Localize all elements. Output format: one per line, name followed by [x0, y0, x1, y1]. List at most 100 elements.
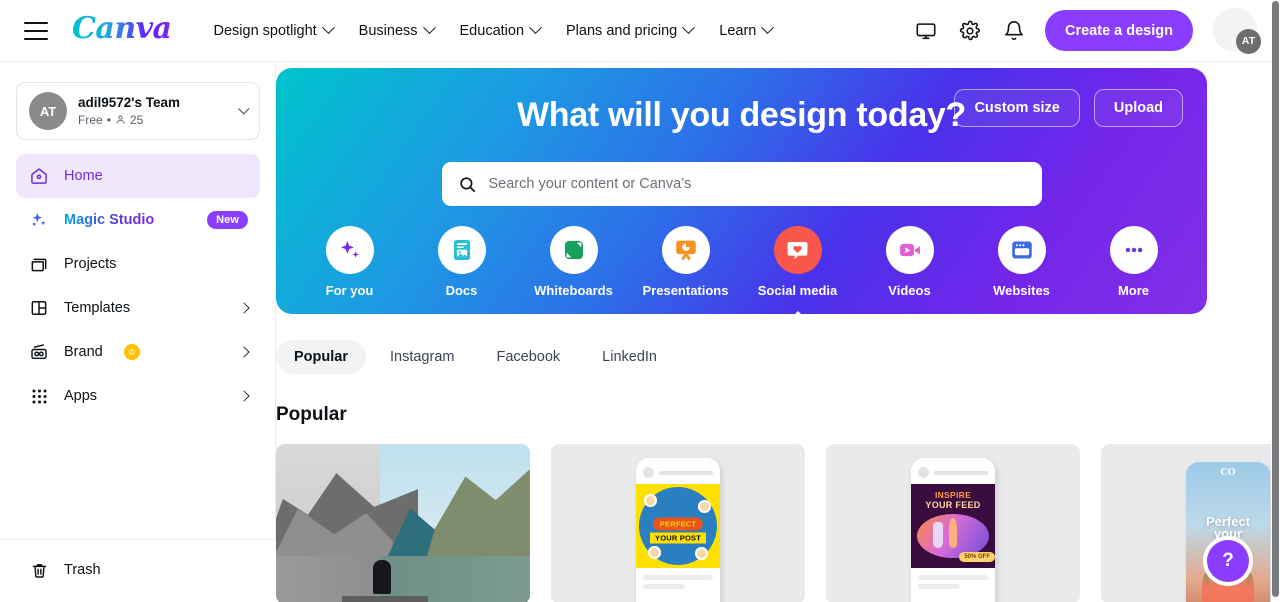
post-art: INSPIRE YOUR FEED 50% OFF	[911, 484, 995, 568]
category-label: For you	[325, 283, 374, 298]
presentation-icon	[661, 226, 710, 274]
video-icon	[885, 226, 934, 274]
sidebar-item-label: Templates	[64, 300, 131, 316]
team-avatar: AT	[29, 92, 67, 130]
category-label: Social media	[757, 283, 838, 298]
phone-mockup: PERFECT YOUR POST	[636, 458, 720, 602]
user-avatar[interactable]: AT	[1213, 7, 1261, 54]
person-icon	[115, 114, 126, 125]
sidebar-item-brand[interactable]: Brand ♔	[16, 330, 260, 374]
nav-item-design-spotlight[interactable]: Design spotlight	[214, 21, 335, 39]
home-icon	[28, 165, 50, 187]
vase-1	[933, 522, 943, 548]
nav-label: Plans and pricing	[566, 22, 678, 39]
tab-linkedin[interactable]: LinkedIn	[584, 340, 675, 374]
sidebar-item-label: Trash	[64, 562, 101, 578]
sidebar-item-projects[interactable]: Projects	[16, 242, 260, 286]
page-body: AT adil9572's Team Free • 25 Home Magic …	[0, 62, 1271, 602]
post-text-line2: YOUR FEED	[925, 500, 981, 510]
category-shortcuts: For you Docs Whiteboards Presentations S…	[276, 226, 1207, 322]
folder-icon	[28, 253, 50, 275]
template-card-inspire-your-feed[interactable]: INSPIRE YOUR FEED 50% OFF	[826, 444, 1080, 602]
search-input[interactable]	[488, 176, 1026, 192]
sidebar-footer: Trash	[0, 539, 276, 602]
card-person	[372, 560, 391, 595]
phone-header	[911, 458, 995, 484]
nav-item-learn[interactable]: Learn	[719, 21, 775, 39]
create-a-design-button[interactable]: Create a design	[1045, 10, 1193, 51]
category-presentations[interactable]: Presentations	[630, 226, 742, 298]
phone-post-image: INSPIRE YOUR FEED 50% OFF	[911, 484, 995, 568]
gear-icon[interactable]	[957, 18, 983, 44]
team-selector[interactable]: AT adil9572's Team Free • 25	[16, 82, 260, 140]
phone-mockup: INSPIRE YOUR FEED 50% OFF	[911, 458, 995, 602]
category-docs[interactable]: Docs	[406, 226, 518, 298]
page-title: What will you design today?	[516, 96, 967, 134]
page-scrollbar[interactable]	[1271, 0, 1280, 602]
sparkle-icon	[325, 226, 374, 274]
post-art: PERFECT YOUR POST	[636, 484, 720, 568]
sidebar-item-templates[interactable]: Templates	[16, 286, 260, 330]
chevron-down-icon	[321, 21, 335, 35]
phone-name-line	[659, 470, 713, 475]
chevron-right-icon	[238, 302, 250, 314]
category-whiteboards[interactable]: Whiteboards	[518, 226, 630, 298]
heart-chat-icon	[773, 226, 822, 274]
category-label: Videos	[888, 283, 931, 298]
sidebar-item-apps[interactable]: Apps	[16, 374, 260, 418]
category-websites[interactable]: Websites	[966, 226, 1078, 298]
phone-footer	[636, 568, 720, 600]
monitor-icon[interactable]	[913, 18, 939, 44]
category-more[interactable]: More	[1078, 226, 1190, 298]
chevron-right-icon	[238, 346, 250, 358]
category-label: Whiteboards	[534, 283, 613, 298]
template-card-perfect-your-post-model[interactable]: CO Perfect your post	[1101, 444, 1271, 602]
nav-item-plans-and-pricing[interactable]: Plans and pricing	[566, 21, 696, 39]
template-card-perfect-your-post[interactable]: PERFECT YOUR POST	[551, 444, 805, 602]
sidebar-item-label: Home	[64, 168, 103, 184]
phone-footer	[911, 568, 995, 600]
team-plan: Free	[78, 112, 103, 127]
nav-item-education[interactable]: Education	[460, 21, 542, 39]
tab-instagram[interactable]: Instagram	[372, 340, 472, 374]
team-separator: •	[106, 112, 111, 127]
template-card-list: PERFECT YOUR POST INSPIRE YOUR FEED 50% …	[276, 444, 1271, 602]
tab-popular[interactable]: Popular	[276, 340, 366, 374]
sidebar-item-home[interactable]: Home	[16, 154, 260, 198]
phone-header	[636, 458, 720, 484]
bell-icon[interactable]	[1001, 18, 1027, 44]
main-content: Custom size Upload What will you design …	[276, 62, 1271, 602]
category-label: More	[1117, 283, 1150, 298]
sidebar-item-label: Projects	[64, 256, 117, 272]
chevron-right-icon	[238, 390, 250, 402]
category-videos[interactable]: Videos	[854, 226, 966, 298]
nav-label: Learn	[719, 22, 757, 39]
hamburger-icon[interactable]	[24, 21, 48, 40]
sidebar-nav-list: Home Magic Studio New Projects Templates…	[0, 154, 276, 418]
phone-avatar	[918, 467, 929, 478]
scrollbar-thumb[interactable]	[1272, 1, 1279, 597]
templates-icon	[28, 297, 50, 319]
canva-logo[interactable]: Canva	[72, 13, 172, 48]
sidebar-item-label: Magic Studio	[64, 212, 155, 228]
category-for-you[interactable]: For you	[294, 226, 406, 298]
category-social-media[interactable]: Social media	[742, 226, 854, 322]
post-text-line2: YOUR POST	[650, 532, 706, 544]
chevron-down-icon	[682, 21, 696, 35]
top-bar-actions: Create a design AT	[913, 7, 1271, 54]
sidebar-item-trash[interactable]: Trash	[16, 548, 260, 592]
status-badge: New	[207, 211, 248, 229]
ellipsis-icon	[1109, 226, 1158, 274]
search-bar[interactable]	[441, 162, 1042, 206]
flower	[644, 494, 657, 507]
help-button[interactable]: ?	[1207, 540, 1249, 582]
tab-facebook[interactable]: Facebook	[478, 340, 578, 374]
canva-home-page: Canva Design spotlight Business Educatio…	[0, 0, 1280, 602]
post-text-line1: INSPIRE	[934, 490, 972, 500]
template-card-mountain-lake[interactable]	[276, 444, 530, 602]
nav-label: Business	[358, 22, 418, 39]
category-label: Presentations	[642, 283, 729, 298]
sidebar-item-magic-studio[interactable]: Magic Studio New	[16, 198, 260, 242]
website-icon	[997, 226, 1046, 274]
nav-item-business[interactable]: Business	[358, 21, 436, 39]
